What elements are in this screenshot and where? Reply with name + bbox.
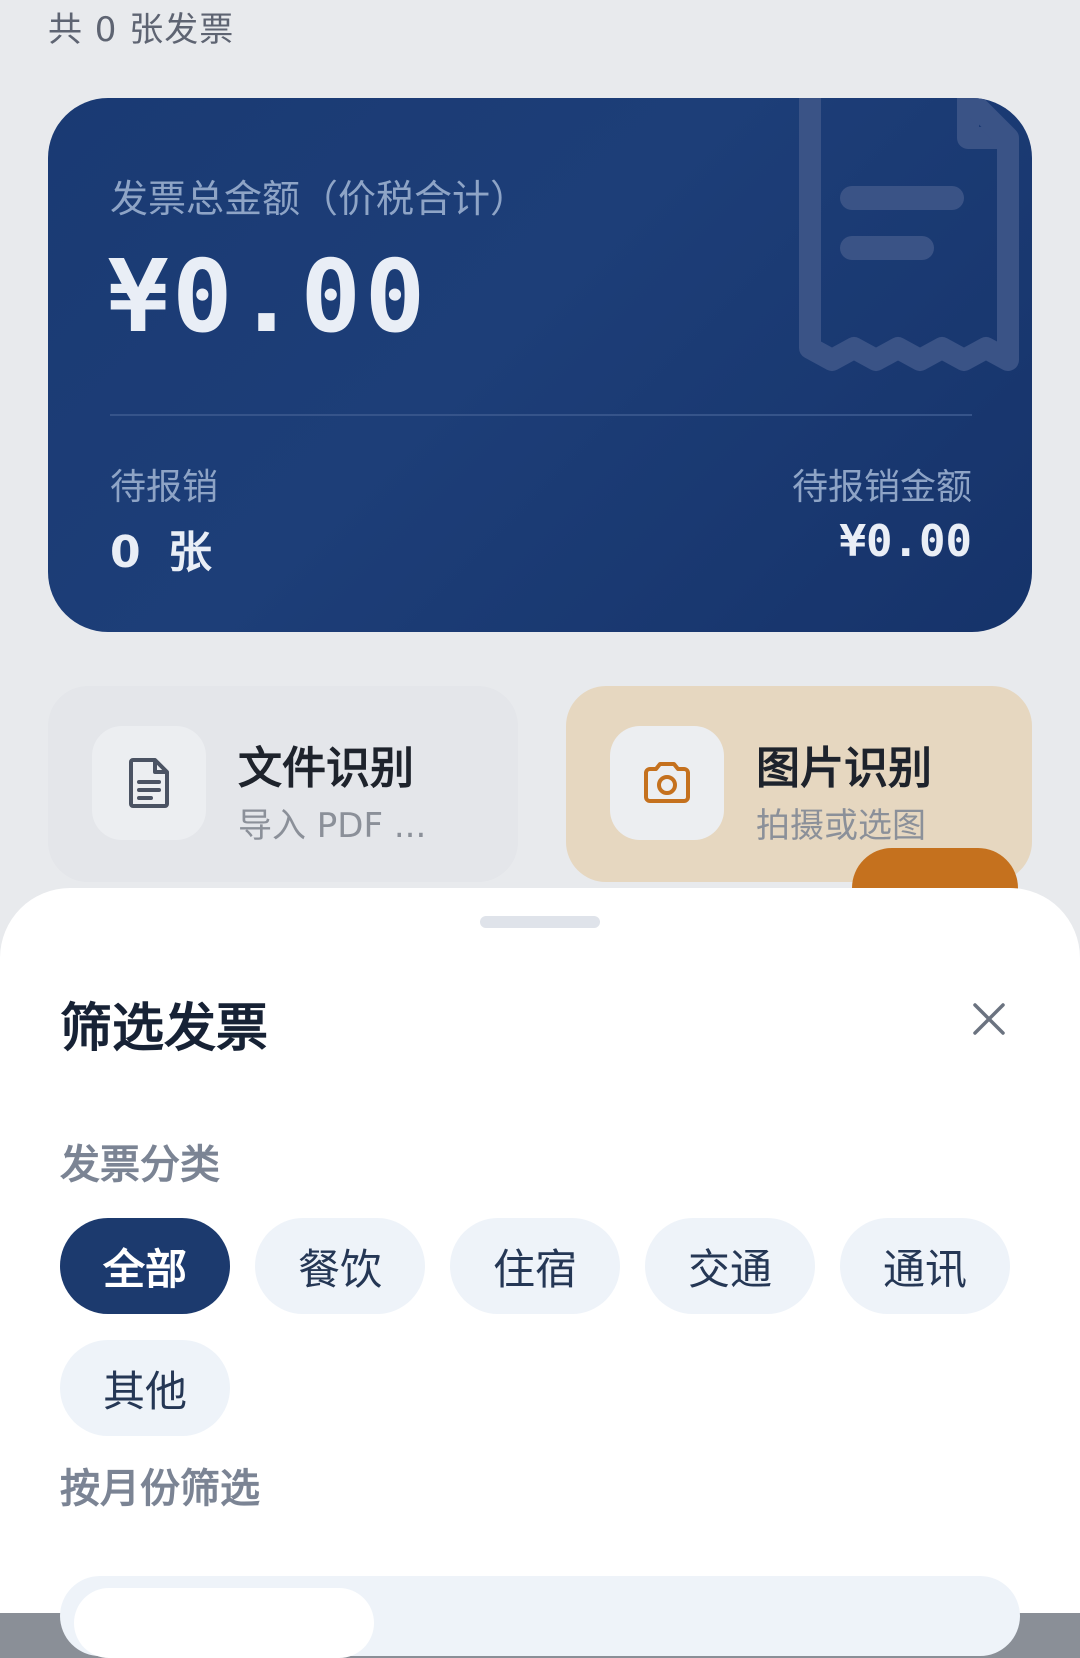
sheet-drag-handle[interactable] [480, 916, 600, 928]
camera-icon [644, 762, 690, 803]
file-recognition-title: 文件识别 [238, 743, 414, 794]
month-selected-segment[interactable] [74, 1588, 374, 1658]
category-section-label: 发票分类 [60, 1142, 220, 1188]
chip-all[interactable]: 全部 [60, 1218, 230, 1314]
total-amount-value: ¥0.00 [108, 238, 430, 355]
document-icon [129, 758, 169, 808]
filter-sheet-title: 筛选发票 [60, 999, 269, 1059]
close-button[interactable] [962, 992, 1016, 1046]
filter-bottom-sheet: 筛选发票 发票分类 全部 餐饮 住宿 交通 通讯 其他 按月份筛选 [0, 888, 1080, 1658]
chip-lodging[interactable]: 住宿 [450, 1218, 620, 1314]
month-filter-selector[interactable] [60, 1576, 1020, 1658]
invoice-count: 共 0 张发票 [48, 10, 235, 50]
image-recognition-subtitle: 拍摄或选图 [756, 806, 926, 846]
pending-count: 0 张 [110, 527, 218, 578]
file-icon-box [92, 726, 206, 840]
month-section-label: 按月份筛选 [60, 1466, 260, 1512]
card-divider [110, 414, 972, 416]
total-amount-label: 发票总金额（价税合计） [110, 177, 529, 221]
pending-amount-value: ¥0.00 [839, 516, 972, 567]
pending-amount-label: 待报销金额 [791, 467, 972, 508]
image-recognition-title: 图片识别 [756, 743, 932, 794]
chip-other[interactable]: 其他 [60, 1340, 230, 1436]
chip-dining[interactable]: 餐饮 [255, 1218, 425, 1314]
file-recognition-button[interactable]: 文件识别 导入 PDF ... [48, 686, 518, 882]
pending-label: 待报销 [110, 467, 219, 508]
receipt-icon [799, 98, 1019, 371]
chip-transport[interactable]: 交通 [645, 1218, 815, 1314]
chip-telecom[interactable]: 通讯 [840, 1218, 1010, 1314]
camera-icon-box [610, 726, 724, 840]
close-icon [973, 1003, 1005, 1035]
file-recognition-subtitle: 导入 PDF ... [238, 806, 427, 846]
invoice-summary-card: 发票总金额（价税合计） ¥0.00 待报销 0 张 待报销金额 ¥0.00 [48, 98, 1032, 632]
